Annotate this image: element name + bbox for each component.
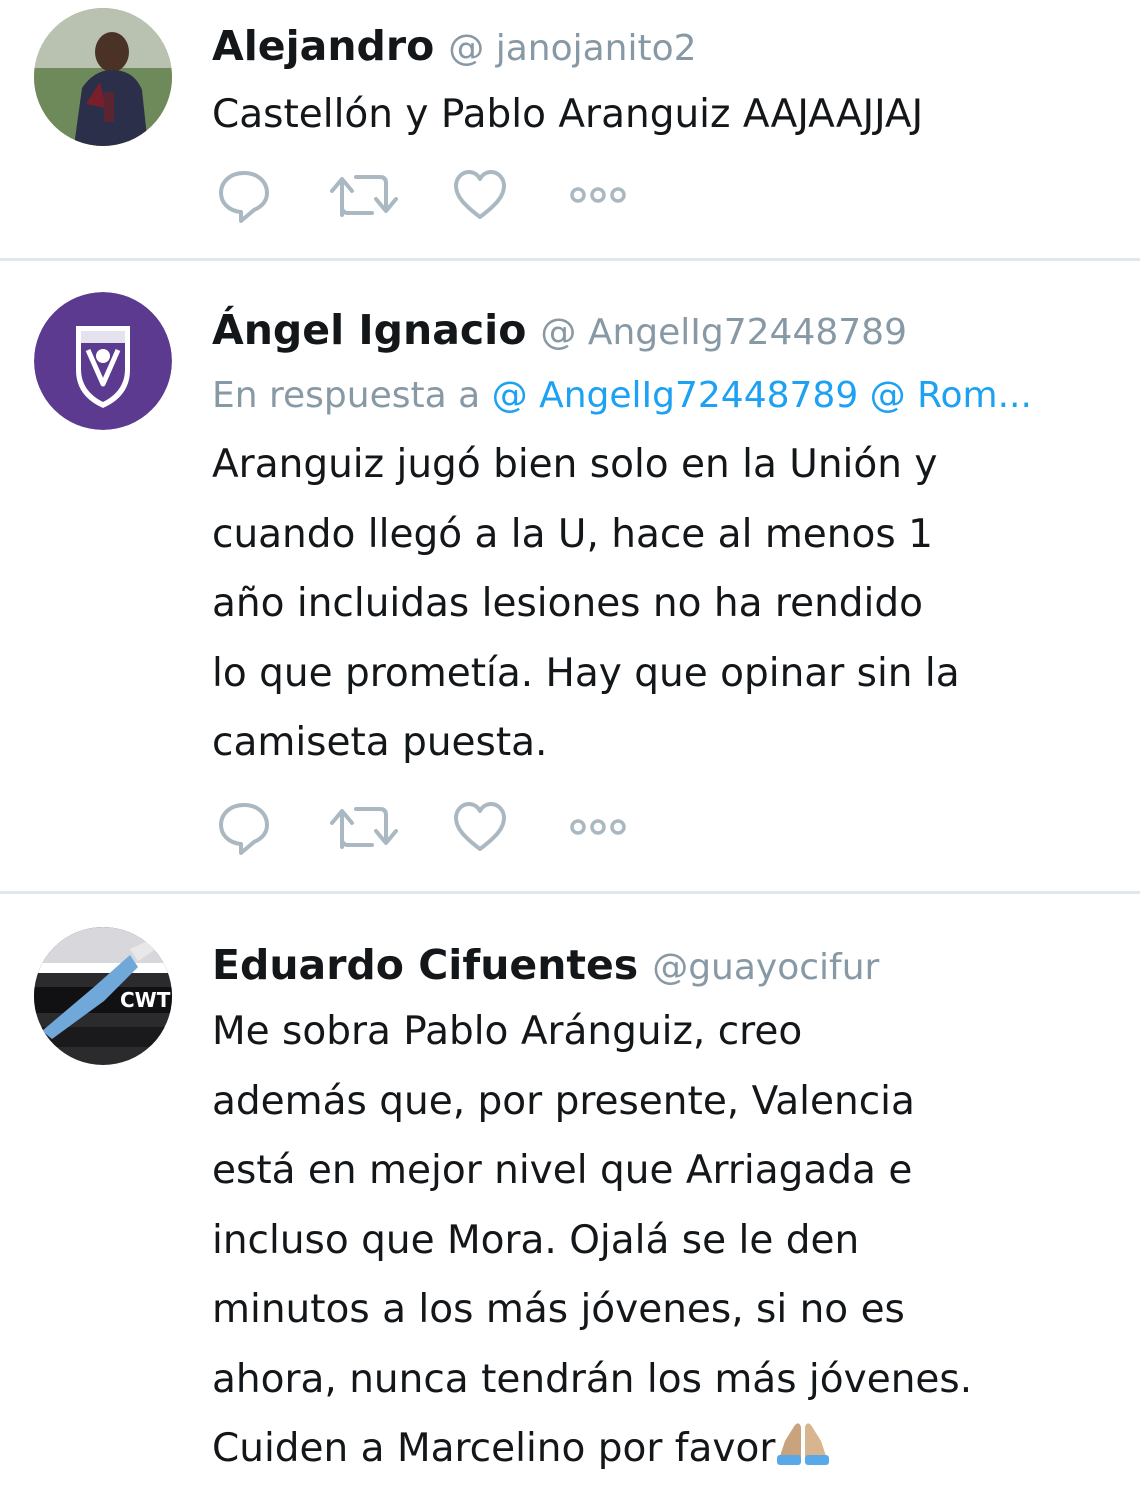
heart-icon [454,170,506,219]
reply-prefix: En respuesta a [212,375,481,416]
reply-button[interactable] [214,165,274,225]
tweet-text-line: camiseta puesta. [212,720,548,765]
like-button[interactable] [450,165,510,225]
retweet-button[interactable] [328,797,398,857]
author-name[interactable]: Eduardo Cifuentes [212,941,638,989]
tweet-text-line: Castellón y Pablo Aranguiz AAJAAJJAJ [212,92,924,137]
tweet-header: Ángel Ignacio @ AngelIg72448789 [212,298,1118,362]
tweet-content: Ángel Ignacio @ AngelIg72448789 En respue… [212,298,1118,778]
tweet-text-line: año incluidas lesiones no ha rendido [212,581,923,626]
retweet-button[interactable] [328,165,398,225]
tweet-content: Eduardo Cifuentes @guayocifur Me sobra Pa… [212,933,1118,1484]
tweet-text-line-last: Cuiden a Marcelino por favor [212,1414,1118,1484]
tweet-text: Castellón y Pablo Aranguiz AAJAAJJAJ [212,80,1118,150]
more-dots-icon [570,187,626,203]
tweet-text-line: Aranguiz jugó bien solo en la Unión y [212,442,938,487]
author-handle[interactable]: @ AngelIg72448789 [540,312,907,353]
tweet-text-line: Cuiden a Marcelino por favor [212,1426,776,1471]
avatar-photo [34,8,172,146]
tweet-text-line: además que, por presente, Valencia [212,1078,915,1124]
retweet-icon [330,807,398,849]
tweet-text-line: Me sobra Pablo Aránguiz, creo [212,1009,803,1054]
tweet-text-line: incluso que Mora. Ojalá se le den [212,1217,860,1263]
reply-context: En respuesta a @ AngelIg72448789 @ Rom..… [212,362,1118,430]
tweet[interactable]: CWT Eduardo Cifuentes @guayocifur Me sobr… [0,895,1140,1507]
avatar[interactable] [34,292,172,430]
author-name[interactable]: Alejandro [212,22,434,70]
tweet-actions [214,165,634,225]
tweet-actions [214,797,634,857]
like-button[interactable] [450,797,510,857]
reply-button[interactable] [214,797,274,857]
tweet[interactable]: Alejandro @ janojanito2 Castellón y Pablo… [0,0,1140,258]
author-handle[interactable]: @ janojanito2 [448,28,696,69]
tweet-divider [0,258,1140,261]
tweet-text-line: ahora, nunca tendrán los más jóvenes. [212,1356,973,1402]
avatar[interactable]: CWT [34,927,172,1065]
heart-icon [454,802,506,851]
retweet-icon [330,175,398,217]
folded-hands-emoji [777,1423,830,1465]
tweet-text: Me sobra Pablo Aránguiz, creo además que… [212,997,1118,1484]
avatar-photo: CWT [34,927,172,1065]
svg-text:CWT: CWT [120,988,171,1012]
tweet-header: Eduardo Cifuentes @guayocifur [212,933,1118,997]
tweet-text-line: lo que prometía. Hay que opinar sin la [212,650,960,696]
tweet-text: Aranguiz jugó bien solo en la Unión y cu… [212,430,1118,778]
tweet-text-line: minutos a los más jóvenes, si no es [212,1287,905,1332]
tweet-divider [0,891,1140,894]
reply-icon [219,171,269,223]
author-handle[interactable]: @guayocifur [652,947,879,988]
tweet-text-line: está en mejor nivel que Arriagada e [212,1148,913,1193]
avatar[interactable] [34,8,172,146]
reply-mentions-link[interactable]: @ AngelIg72448789 @ Rom... [492,375,1032,416]
more-button[interactable] [564,797,626,857]
club-crest-avatar [34,292,172,430]
more-button[interactable] [564,165,626,225]
author-name[interactable]: Ángel Ignacio [212,306,526,354]
tweet-text-line: cuando llegó a la U, hace al menos 1 [212,511,933,557]
reply-icon [219,803,269,855]
tweet[interactable]: Ángel Ignacio @ AngelIg72448789 En respue… [0,262,1140,892]
tweet-header: Alejandro @ janojanito2 [212,14,1118,78]
more-dots-icon [570,819,626,835]
tweet-content: Alejandro @ janojanito2 Castellón y Pablo… [212,14,1118,150]
